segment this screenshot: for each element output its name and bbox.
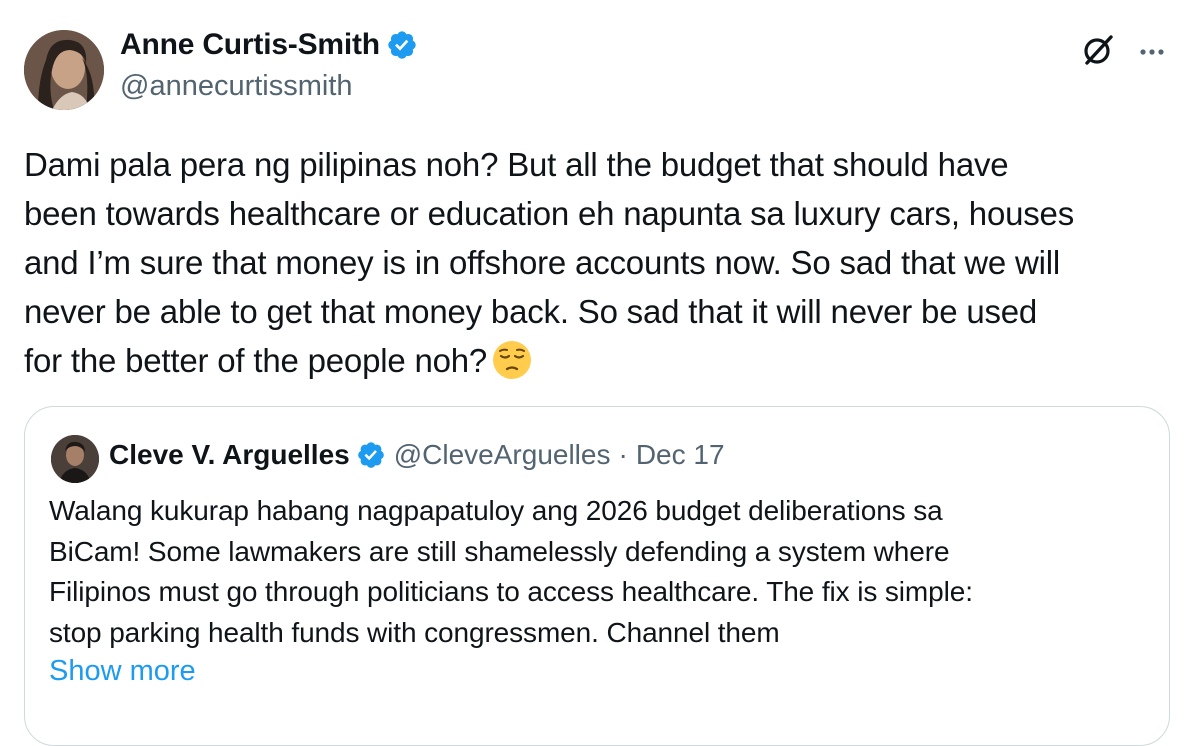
tweet-body: Dami pala pera ng pilipinas noh? But all…	[24, 140, 1174, 385]
author-display-name[interactable]: Anne Curtis-Smith	[120, 28, 418, 62]
quoted-author-name[interactable]: Cleve V. Arguelles	[109, 439, 350, 471]
verified-badge-icon[interactable]	[356, 440, 386, 470]
quoted-header: Cleve V. Arguelles @CleveArguelles · Dec…	[109, 439, 725, 471]
separator-dot: ·	[618, 439, 628, 470]
author-avatar[interactable]	[24, 30, 104, 110]
quoted-author-handle[interactable]: @CleveArguelles	[394, 439, 611, 471]
quoted-tweet-text: Walang kukurap habang nagpapatuloy ang 2…	[49, 495, 973, 648]
quoted-timestamp[interactable]: Dec 17	[636, 439, 725, 471]
show-more-link[interactable]: Show more	[49, 655, 196, 688]
more-options-icon[interactable]	[1134, 34, 1170, 70]
pensive-face-emoji	[491, 339, 533, 381]
author-handle[interactable]: @annecurtissmith	[120, 70, 353, 103]
grok-icon[interactable]	[1080, 32, 1116, 68]
tweet[interactable]: Anne Curtis-Smith @annecurtissmith Dami …	[0, 0, 1200, 746]
quoted-tweet[interactable]: Cleve V. Arguelles @CleveArguelles · Dec…	[24, 406, 1170, 746]
quoted-author-avatar[interactable]	[51, 435, 99, 483]
author-name-text[interactable]: Anne Curtis-Smith	[120, 28, 380, 62]
verified-badge-icon[interactable]	[386, 29, 418, 61]
tweet-text: Dami pala pera ng pilipinas noh? But all…	[24, 146, 1075, 379]
